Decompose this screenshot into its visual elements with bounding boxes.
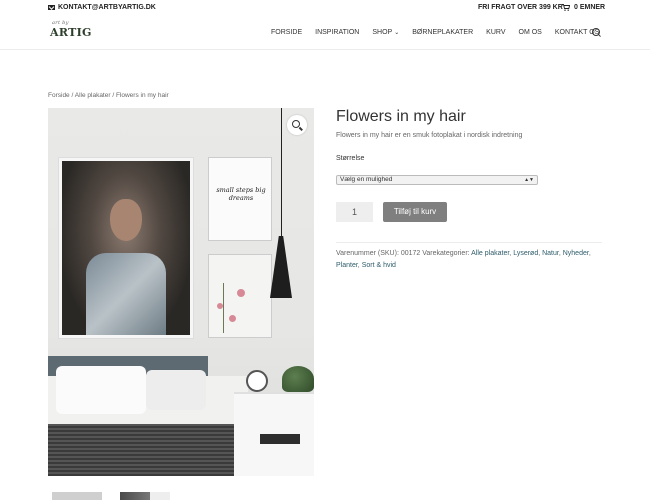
flower-bloom	[229, 315, 236, 322]
product-thumbnail[interactable]	[52, 492, 102, 500]
pillow	[56, 366, 146, 414]
cart-link[interactable]: 0 EMNER	[562, 4, 605, 11]
breadcrumb-category[interactable]: Alle plakater	[75, 92, 111, 99]
category-link[interactable]: Alle plakater	[471, 250, 509, 257]
category-link[interactable]: Nyheder	[563, 250, 589, 257]
flower-stem	[223, 283, 224, 333]
search-icon[interactable]	[592, 28, 600, 36]
product-thumbnail[interactable]	[120, 492, 170, 500]
blanket	[48, 424, 248, 476]
breadcrumb-current: Flowers in my hair	[115, 92, 169, 99]
chevron-down-icon: ⌄	[394, 30, 400, 36]
envelope-icon	[48, 5, 55, 10]
add-to-cart-button[interactable]: Tilføj til kurv	[383, 202, 447, 222]
product-description: Flowers in my hair er en smuk fotoplakat…	[336, 132, 523, 139]
quantity-input[interactable]: 1	[336, 202, 373, 222]
nightstand	[234, 392, 314, 476]
magnifier-icon	[292, 120, 300, 128]
nav-item-forside[interactable]: FORSIDE	[271, 29, 302, 36]
site-logo[interactable]: art by ARTIG	[50, 20, 92, 39]
books	[260, 434, 300, 444]
sku-label: Varenummer (SKU):	[336, 250, 401, 257]
plant	[282, 366, 314, 392]
main-nav: FORSIDE INSPIRATION SHOP ⌄ BØRNEPLAKATER …	[271, 29, 612, 36]
nav-label: KURV	[486, 29, 506, 36]
flower-bloom	[237, 289, 245, 297]
cart-count: 0 EMNER	[574, 4, 606, 11]
free-shipping-notice: FRI FRAGT OVER 399 KR	[478, 4, 563, 11]
size-select[interactable]: Vælg en mulighed ▲▼	[336, 175, 538, 185]
top-bar: KONTAKT@ARTBYARTIG.DK FRI FRAGT OVER 399…	[0, 0, 650, 16]
flower-bloom	[217, 303, 223, 309]
categories-label: Varekategorier:	[420, 250, 472, 257]
select-arrows-icon: ▲▼	[524, 177, 534, 183]
alarm-clock	[246, 370, 268, 392]
logo-tagline: art by	[52, 20, 69, 26]
category-link[interactable]: Lyserød	[513, 250, 538, 257]
nav-label: BØRNEPLAKATER	[412, 29, 474, 36]
main-header: art by ARTIG FORSIDE INSPIRATION SHOP ⌄ B…	[0, 16, 650, 50]
poster-quote-text: small steps big dreams	[216, 186, 266, 202]
size-label: Størrelse	[336, 155, 365, 162]
sku-value: 00172	[400, 250, 421, 257]
cart-icon	[562, 4, 570, 11]
size-select-value: Vælg en mulighed	[340, 176, 393, 183]
category-link[interactable]: Natur	[542, 250, 559, 257]
nav-item-kurv[interactable]: KURV	[486, 29, 505, 36]
breadcrumb: Forside / Alle plakater / Flowers in my …	[48, 92, 169, 99]
contact-email[interactable]: KONTAKT@ARTBYARTIG.DK	[48, 4, 156, 11]
zoom-button[interactable]	[287, 115, 307, 135]
portrait-shirt	[86, 253, 166, 335]
pillow	[146, 370, 206, 410]
nav-label: INSPIRATION	[315, 29, 360, 36]
pendant-lamp	[270, 236, 292, 298]
nav-item-shop[interactable]: SHOP ⌄	[372, 29, 399, 36]
portrait-face	[110, 199, 142, 241]
category-link[interactable]: Planter	[336, 262, 358, 269]
product-image[interactable]: small steps big dreams	[48, 108, 314, 476]
logo-text: ARTIG	[50, 26, 92, 39]
nav-label: FORSIDE	[271, 29, 303, 36]
lamp-cord	[281, 108, 282, 236]
product-meta: Varenummer (SKU): 00172 Varekategorier: …	[336, 250, 591, 269]
nav-item-inspiration[interactable]: INSPIRATION	[315, 29, 359, 36]
nav-item-om-os[interactable]: OM OS	[519, 29, 542, 36]
divider	[336, 242, 602, 243]
poster-photo	[62, 161, 190, 335]
nav-label: OM OS	[518, 29, 542, 36]
nav-item-borneplakater[interactable]: BØRNEPLAKATER	[412, 29, 473, 36]
product-title: Flowers in my hair	[336, 108, 466, 125]
breadcrumb-home[interactable]: Forside	[48, 92, 70, 99]
poster-frame-quote: small steps big dreams	[208, 157, 272, 241]
poster-frame-flower	[208, 254, 272, 338]
contact-email-text: KONTAKT@ARTBYARTIG.DK	[58, 4, 156, 11]
category-link[interactable]: Sort & hvid	[362, 262, 396, 269]
poster-frame-portrait	[58, 157, 194, 339]
nav-label: SHOP	[372, 29, 393, 36]
